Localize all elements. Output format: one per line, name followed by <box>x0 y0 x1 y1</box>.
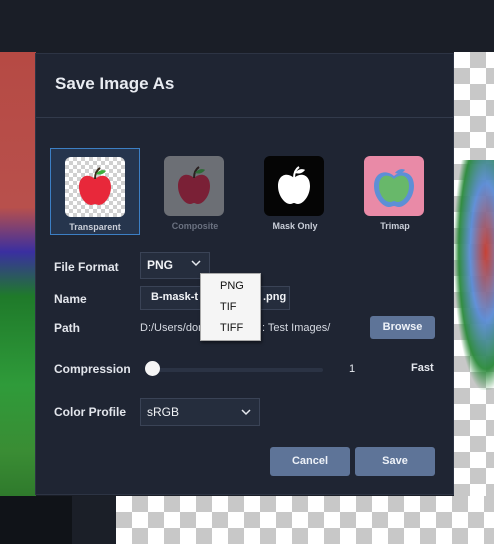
color-profile-select[interactable]: sRGB <box>140 398 260 426</box>
canvas-transparency-bottom <box>116 496 494 544</box>
path-label: Path <box>54 321 81 335</box>
format-option-tif[interactable]: TIF <box>220 301 237 313</box>
path-value-end: : Test Images/ <box>262 322 331 334</box>
browse-button[interactable]: Browse <box>370 316 435 339</box>
name-extension: .png <box>263 291 287 303</box>
file-format-dropdown: PNG TIF TIFF <box>200 273 261 341</box>
format-option-png[interactable]: PNG <box>220 280 244 292</box>
cancel-button[interactable]: Cancel <box>270 447 350 476</box>
canvas-edge-dark <box>72 496 116 544</box>
canvas-edge <box>0 496 72 544</box>
mode-label: Composite <box>171 221 219 231</box>
dialog-title: Save Image As <box>55 74 175 93</box>
apple-mask-icon <box>264 156 324 216</box>
color-profile-value: sRGB <box>147 405 180 419</box>
chevron-down-icon <box>191 260 201 267</box>
mode-label: Mask Only <box>272 221 318 231</box>
canvas-image-right <box>454 160 494 390</box>
name-label: Name <box>54 292 87 306</box>
canvas-image-left <box>0 52 36 496</box>
mode-label: Transparent <box>69 222 121 232</box>
compression-speed-label: Fast <box>411 362 434 374</box>
name-value: B-mask-t <box>151 291 199 303</box>
mode-label: Trimap <box>380 221 410 231</box>
file-format-value: PNG <box>147 258 174 272</box>
slider-handle[interactable] <box>145 361 160 376</box>
color-profile-label: Color Profile <box>54 405 127 419</box>
chevron-down-icon <box>241 409 251 416</box>
apple-transparent-icon <box>65 157 125 217</box>
app-top-bar <box>0 0 494 52</box>
mode-mask-only[interactable]: Mask Only <box>250 148 340 235</box>
title-divider <box>36 117 453 118</box>
slider-track[interactable] <box>153 368 323 372</box>
compression-label: Compression <box>54 362 131 376</box>
apple-composite-icon <box>164 156 224 216</box>
mode-trimap[interactable]: Trimap <box>350 148 440 235</box>
compression-value: 1 <box>349 363 356 375</box>
format-option-tiff[interactable]: TIFF <box>220 322 243 334</box>
mode-composite[interactable]: Composite <box>150 148 240 235</box>
apple-trimap-icon <box>364 156 424 216</box>
save-button[interactable]: Save <box>355 447 435 476</box>
path-value-start: D:/Users/dor <box>140 322 202 334</box>
file-format-label: File Format <box>54 260 119 274</box>
mode-transparent[interactable]: Transparent <box>50 148 140 235</box>
